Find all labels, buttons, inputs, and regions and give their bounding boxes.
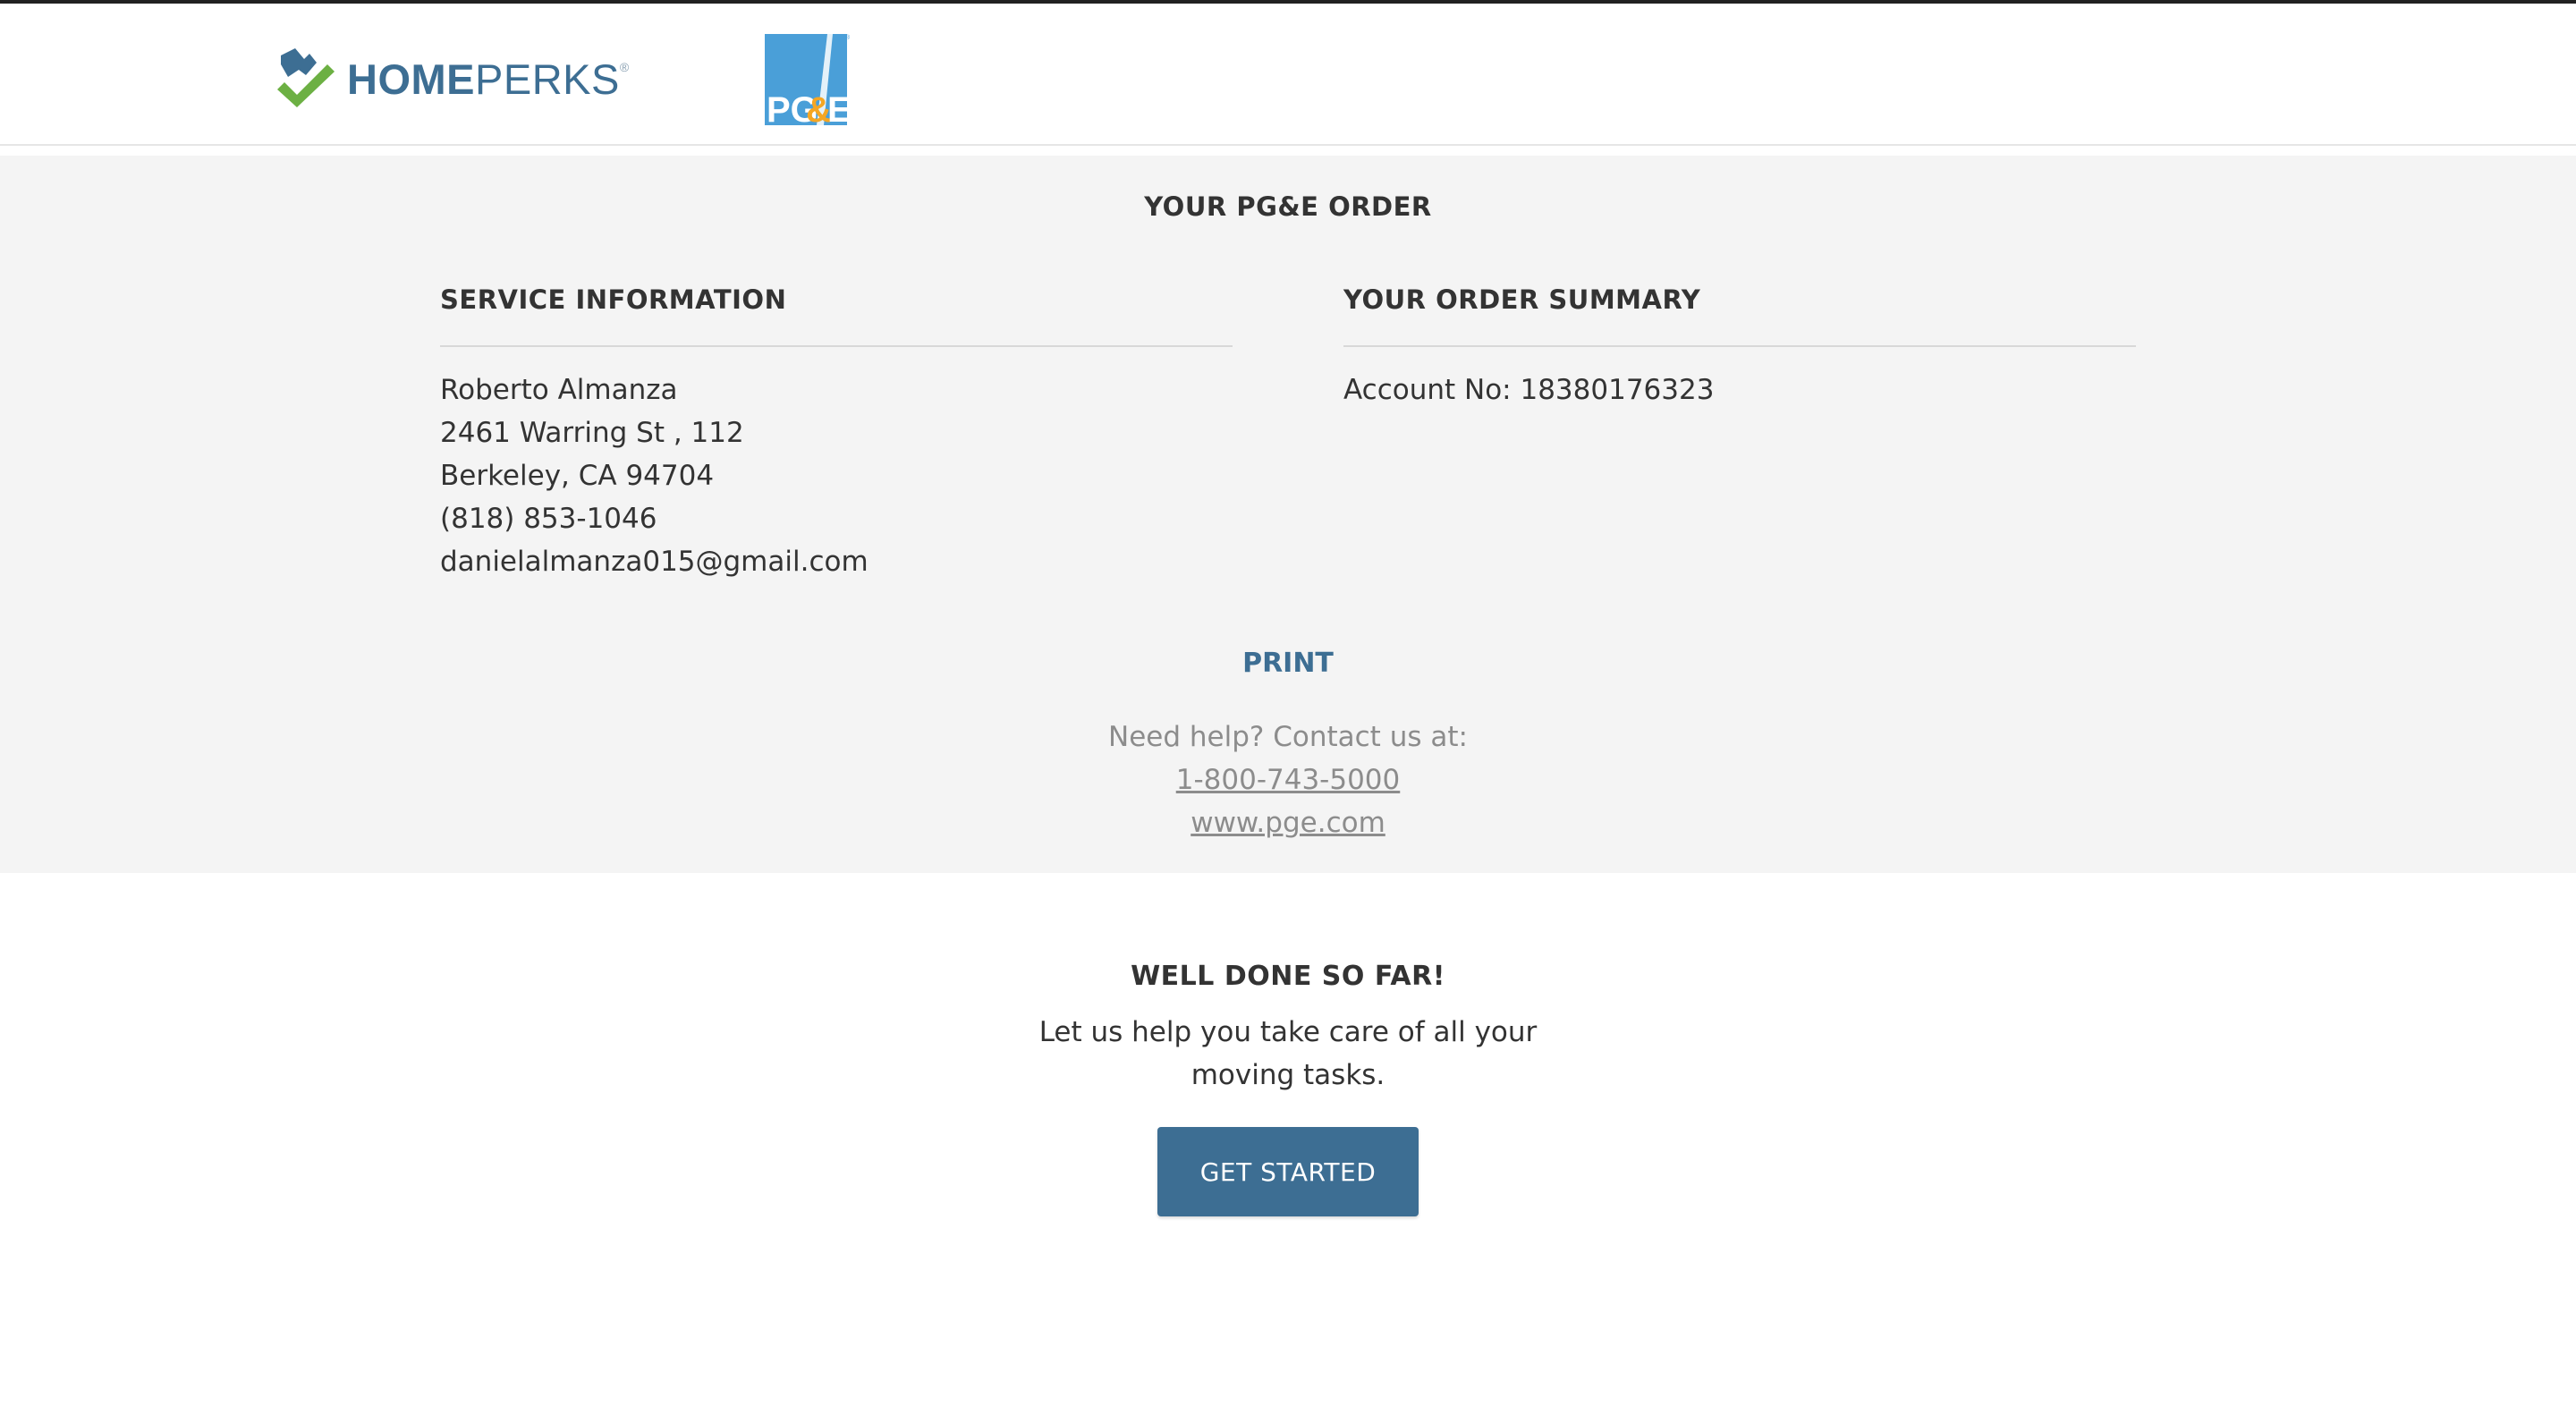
account-number: Account No: 18380176323	[1343, 374, 1715, 406]
promo-heading: WELL DONE SO FAR!	[1131, 961, 1445, 992]
help-phone-link[interactable]: 1-800-743-5000	[0, 758, 2576, 801]
svg-text:E: E	[827, 90, 852, 125]
email-address: danielalmanza015@gmail.com	[440, 546, 869, 578]
homeperks-logo[interactable]: HOMEPERKS®	[274, 45, 649, 113]
registered-mark: ®	[619, 59, 630, 74]
get-started-button[interactable]: GET STARTED	[1157, 1127, 1419, 1216]
help-contact: Need help? Contact us at: 1-800-743-5000…	[0, 716, 2576, 844]
get-started-label[interactable]: GET STARTED	[1200, 1157, 1377, 1187]
phone-number: (818) 853-1046	[440, 503, 657, 535]
homeperks-logo-home: HOME	[347, 55, 475, 103]
print-link[interactable]: PRINT	[0, 648, 2576, 679]
promo-text: Let us help you take care of all your mo…	[1038, 1016, 1538, 1091]
order-summary-heading: YOUR ORDER SUMMARY	[1343, 284, 2136, 347]
service-information-details: Roberto Almanza 2461 Warring St , 112 Be…	[440, 347, 1233, 583]
service-information-heading: SERVICE INFORMATION	[440, 284, 1233, 347]
pge-logo[interactable]: PG & E ®	[765, 32, 852, 130]
order-title: YOUR PG&E ORDER	[1144, 191, 1432, 222]
pge-logo-icon: PG & E ®	[765, 34, 852, 130]
print-label[interactable]: PRINT	[1242, 648, 1334, 679]
order-summary-details: Account No: 18380176323	[1343, 347, 2136, 411]
homeperks-checkmark-house-icon	[274, 47, 338, 111]
customer-name: Roberto Almanza	[440, 374, 678, 406]
address-line-2: Berkeley, CA 94704	[440, 460, 715, 492]
order-summary-panel: YOUR ORDER SUMMARY Account No: 183801763…	[1343, 284, 2136, 411]
help-prompt: Need help? Contact us at:	[1108, 721, 1468, 753]
svg-text:®: ®	[845, 34, 851, 41]
help-website-link[interactable]: www.pge.com	[0, 801, 2576, 844]
service-information-panel: SERVICE INFORMATION Roberto Almanza 2461…	[440, 284, 1233, 583]
address-line-1: 2461 Warring St , 112	[440, 417, 744, 449]
site-header: HOMEPERKS® PG & E ®	[0, 0, 2576, 146]
homeperks-logo-perks: PERKS	[475, 55, 620, 103]
